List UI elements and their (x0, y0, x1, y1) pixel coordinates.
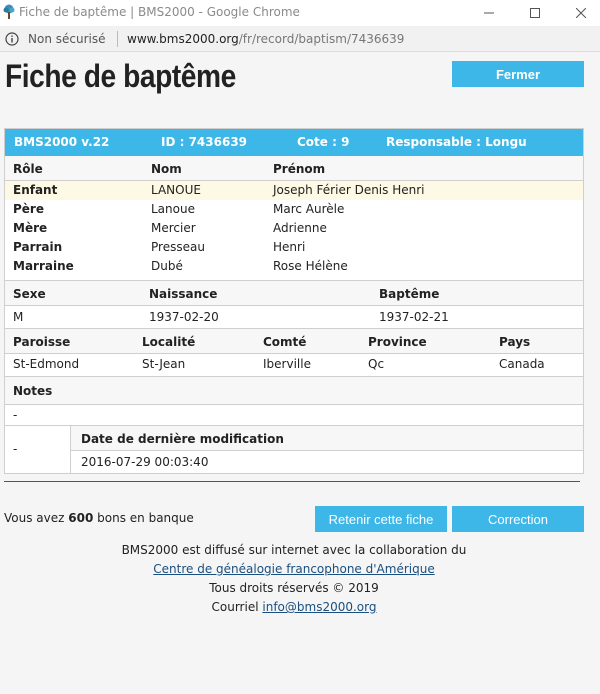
footer-contact: Courriel info@bms2000.org (0, 598, 588, 617)
footer-contact-label: Courriel (211, 600, 259, 614)
modification-header-row: Date de dernière modification (71, 426, 583, 451)
minimize-icon (484, 12, 494, 14)
notes-header-row: Notes (5, 377, 583, 405)
tree-icon (3, 4, 15, 19)
maximize-button[interactable] (512, 0, 558, 26)
close-button[interactable]: Fermer (452, 61, 584, 87)
person-role: Enfant (13, 183, 58, 197)
person-row-mere: Mère Mercier Adrienne (5, 219, 583, 238)
col-paroisse: Paroisse (13, 335, 71, 349)
birth-section: Sexe Naissance Baptême M 1937-02-20 1937… (5, 280, 583, 328)
close-window-button[interactable] (558, 0, 600, 26)
col-localite: Localité (142, 335, 196, 349)
close-icon (576, 8, 586, 18)
record-id: ID : 7436639 (161, 135, 248, 149)
record-cote: Cote : 9 (297, 135, 350, 149)
person-nom: Presseau (151, 240, 205, 254)
record-card: BMS2000 v.22 ID : 7436639 Cote : 9 Respo… (4, 128, 584, 474)
divider (4, 481, 580, 482)
record-responsable: Responsable : Longu (386, 135, 527, 149)
col-role: Rôle (13, 162, 43, 176)
modification-value-row: 2016-07-29 00:03:40 (71, 451, 583, 473)
place-localite: St-Jean (142, 357, 186, 371)
birth-bapteme: 1937-02-21 (379, 310, 449, 324)
birth-naissance: 1937-02-20 (149, 310, 219, 324)
col-sexe: Sexe (13, 287, 46, 301)
window-titlebar: Fiche de baptême | BMS2000 - Google Chro… (0, 0, 600, 26)
persons-header-row: Rôle Nom Prénom (5, 156, 583, 181)
person-nom: LANOUE (151, 183, 201, 197)
person-row-enfant: Enfant LANOUE Joseph Férier Denis Henri (5, 181, 583, 200)
place-row: St-Edmond St-Jean Iberville Qc Canada (5, 354, 583, 376)
col-nom: Nom (151, 162, 182, 176)
notes-row: - (5, 405, 583, 425)
person-prenom: Rose Hélène (273, 259, 348, 273)
person-prenom: Adrienne (273, 221, 327, 235)
person-role: Parrain (13, 240, 63, 254)
footer-line1: BMS2000 est diffusé sur internet avec la… (121, 543, 467, 557)
person-nom: Mercier (151, 221, 196, 235)
modification-left: - (13, 442, 18, 456)
place-province: Qc (368, 357, 385, 371)
footer-partner-link[interactable]: Centre de généalogie francophone d'Améri… (153, 562, 434, 576)
col-comte: Comté (263, 335, 307, 349)
bank-suffix: bons en banque (97, 511, 194, 525)
footer-copyright: Tous droits réservés © 2019 (209, 581, 379, 595)
col-pays: Pays (499, 335, 531, 349)
place-header-row: Paroisse Localité Comté Province Pays (5, 329, 583, 354)
footer-email-link[interactable]: info@bms2000.org (262, 600, 376, 614)
notes-value: - (13, 408, 18, 422)
person-row-pere: Père Lanoue Marc Aurèle (5, 200, 583, 219)
bank-amount: 600 (68, 511, 94, 525)
notes-section: Notes - (5, 376, 583, 425)
col-naissance: Naissance (149, 287, 218, 301)
url-path: /fr/record/baptism/7436639 (238, 32, 405, 46)
person-role: Marraine (13, 259, 74, 273)
birth-header-row: Sexe Naissance Baptême (5, 281, 583, 306)
col-bapteme: Baptême (379, 287, 440, 301)
correction-button[interactable]: Correction (452, 506, 584, 532)
modification-date: 2016-07-29 00:03:40 (81, 455, 209, 469)
modification-section: - Date de dernière modification 2016-07-… (5, 425, 583, 474)
minimize-button[interactable] (466, 0, 512, 26)
person-role: Père (13, 202, 44, 216)
notes-header: Notes (13, 384, 53, 398)
address-bar[interactable]: Non sécurisé www.bms2000.org/fr/record/b… (0, 26, 600, 52)
footer: BMS2000 est diffusé sur internet avec la… (0, 541, 588, 617)
person-nom: Lanoue (151, 202, 195, 216)
record-version: BMS2000 v.22 (14, 135, 110, 149)
bank-balance: Vous avez 600 bons en banque (4, 511, 194, 525)
person-prenom: Joseph Férier Denis Henri (273, 183, 425, 197)
info-icon[interactable] (5, 32, 19, 46)
place-comte: Iberville (263, 357, 311, 371)
bank-prefix: Vous avez (4, 511, 65, 525)
place-section: Paroisse Localité Comté Province Pays St… (5, 328, 583, 376)
person-prenom: Marc Aurèle (273, 202, 345, 216)
birth-row: M 1937-02-20 1937-02-21 (5, 306, 583, 328)
modification-block: Date de dernière modification 2016-07-29… (70, 426, 583, 474)
url-text[interactable]: www.bms2000.org/fr/record/baptism/743663… (127, 32, 404, 46)
persons-section: Rôle Nom Prénom Enfant LANOUE Joseph Fér… (5, 156, 583, 280)
person-role: Mère (13, 221, 48, 235)
record-header: BMS2000 v.22 ID : 7436639 Cote : 9 Respo… (5, 129, 583, 156)
url-domain: www.bms2000.org (127, 32, 239, 46)
person-row-marraine: Marraine Dubé Rose Hélène (5, 257, 583, 276)
person-nom: Dubé (151, 259, 183, 273)
page-title: Fiche de baptême (5, 58, 236, 94)
birth-sexe: M (13, 310, 24, 324)
window-title: Fiche de baptême | BMS2000 - Google Chro… (19, 5, 300, 19)
modification-header: Date de dernière modification (81, 432, 284, 446)
retain-record-button[interactable]: Retenir cette fiche (315, 506, 447, 532)
security-label[interactable]: Non sécurisé (28, 32, 105, 46)
col-province: Province (368, 335, 427, 349)
place-paroisse: St-Edmond (13, 357, 80, 371)
person-row-parrain: Parrain Presseau Henri (5, 238, 583, 257)
person-prenom: Henri (273, 240, 306, 254)
address-separator (117, 31, 118, 47)
place-pays: Canada (499, 357, 545, 371)
col-prenom: Prénom (273, 162, 326, 176)
maximize-icon (530, 8, 540, 18)
